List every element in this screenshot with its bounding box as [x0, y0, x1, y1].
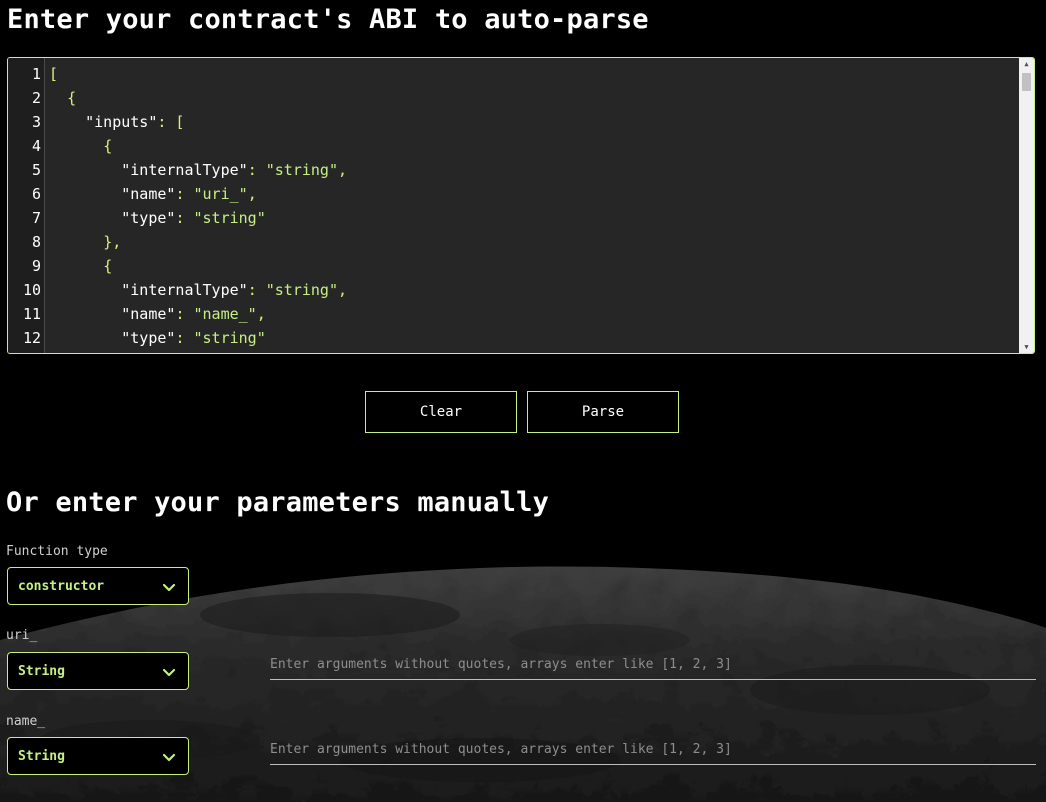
param-argument-placeholder: Enter arguments without quotes, arrays e…: [270, 742, 732, 757]
code-key: "internalType": [121, 281, 248, 299]
code-token: ,: [338, 281, 348, 299]
param-argument-placeholder: Enter arguments without quotes, arrays e…: [270, 657, 732, 672]
code-string: "string": [265, 281, 338, 299]
code-string: "name_": [193, 305, 257, 323]
line-number: 4: [31, 137, 41, 155]
clear-button[interactable]: Clear: [365, 391, 517, 433]
param-type-select[interactable]: String: [7, 652, 189, 690]
code-token: : [: [157, 113, 185, 131]
param-type-value: String: [18, 663, 65, 679]
code-line: "internalType": "string",: [49, 158, 347, 182]
param-name-label: name_: [6, 714, 46, 729]
function-type-label: Function type: [6, 544, 108, 559]
code-line: },: [49, 230, 121, 254]
param-argument-input[interactable]: Enter arguments without quotes, arrays e…: [270, 735, 1036, 765]
line-number: 8: [31, 233, 41, 251]
code-string: "string": [265, 161, 338, 179]
code-line: {: [49, 86, 76, 110]
line-number: 7: [31, 209, 41, 227]
editor-scrollbar[interactable]: ▲ ▼: [1019, 58, 1034, 353]
parse-button[interactable]: Parse: [527, 391, 679, 433]
code-token: :: [175, 305, 194, 323]
line-number: 1: [31, 65, 41, 83]
code-key: "type": [121, 209, 176, 227]
code-key: "internalType": [121, 161, 248, 179]
code-token: :: [247, 161, 266, 179]
page: Enter your contract's ABI to auto-parse …: [0, 0, 1046, 802]
code-line: "name": "name_",: [49, 302, 266, 326]
code-token: ,: [338, 161, 348, 179]
code-string: "uri_": [193, 185, 248, 203]
line-number: 11: [22, 305, 41, 323]
code-line: "inputs": [: [49, 110, 184, 134]
code-token: :: [175, 185, 194, 203]
code-line: {: [49, 254, 112, 278]
line-number-gutter: 1 2 3 4 5 6 7 8 9 10 11 12: [8, 58, 45, 353]
code-key: "name": [121, 185, 176, 203]
code-string: "string": [193, 209, 266, 227]
param-type-value: String: [18, 748, 65, 764]
manual-section-title: Or enter your parameters manually: [6, 487, 550, 518]
scrollbar-thumb[interactable]: [1022, 73, 1031, 91]
line-number: 3: [31, 113, 41, 131]
code-token: {: [103, 137, 113, 155]
scroll-up-arrow-icon[interactable]: ▲: [1019, 58, 1034, 70]
line-number: 9: [31, 257, 41, 275]
code-token: [: [49, 65, 59, 83]
code-token: ,: [256, 305, 266, 323]
chevron-down-icon: [162, 753, 176, 762]
scroll-down-arrow-icon[interactable]: ▼: [1019, 341, 1034, 353]
chevron-down-icon: [162, 583, 176, 592]
code-token: :: [247, 281, 266, 299]
function-type-select[interactable]: constructor: [7, 567, 189, 605]
param-type-select[interactable]: String: [7, 737, 189, 775]
line-number: 10: [22, 281, 41, 299]
code-token: {: [67, 89, 77, 107]
code-key: "type": [121, 329, 176, 347]
code-key: "name": [121, 305, 176, 323]
code-line: {: [49, 134, 112, 158]
code-line: "type": "string": [49, 326, 266, 350]
code-token: :: [175, 209, 194, 227]
param-name-label: uri_: [6, 628, 38, 643]
code-line: [: [49, 62, 58, 86]
abi-section-title: Enter your contract's ABI to auto-parse: [7, 4, 649, 35]
code-line: "name": "uri_",: [49, 182, 257, 206]
code-token: ,: [247, 185, 257, 203]
code-token: {: [103, 257, 113, 275]
line-number: 5: [31, 161, 41, 179]
function-type-value: constructor: [18, 578, 105, 594]
code-key: "inputs": [85, 113, 158, 131]
code-token: },: [103, 233, 122, 251]
line-number: 12: [22, 329, 41, 347]
code-string: "string": [193, 329, 266, 347]
param-argument-input[interactable]: Enter arguments without quotes, arrays e…: [270, 650, 1036, 680]
chevron-down-icon: [162, 668, 176, 677]
code-token: :: [175, 329, 194, 347]
line-number: 6: [31, 185, 41, 203]
line-number: 2: [31, 89, 41, 107]
abi-code-editor[interactable]: 1 2 3 4 5 6 7 8 9 10 11 12 [ { "inputs":…: [7, 57, 1035, 354]
code-line: "internalType": "string",: [49, 278, 347, 302]
code-line: "type": "string": [49, 206, 266, 230]
